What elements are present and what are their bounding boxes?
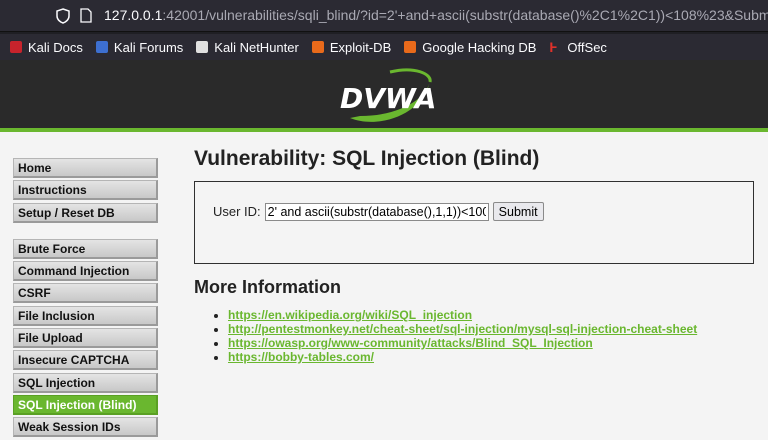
bookmark-label: Kali Forums bbox=[113, 39, 184, 55]
user-id-form: User ID: Submit bbox=[213, 202, 544, 221]
sidebar-item-brute-force[interactable]: Brute Force bbox=[13, 238, 158, 259]
link-wikipedia-sqli[interactable]: https://en.wikipedia.org/wiki/SQL_inject… bbox=[228, 308, 472, 322]
url-text[interactable]: 127.0.0.1:42001/vulnerabilities/sqli_bli… bbox=[104, 7, 768, 23]
address-bar[interactable]: 127.0.0.1:42001/vulnerabilities/sqli_bli… bbox=[0, 0, 768, 32]
list-item: https://owasp.org/www-community/attacks/… bbox=[228, 336, 697, 350]
sidebar-item-insecure-captcha[interactable]: Insecure CAPTCHA bbox=[13, 350, 158, 371]
bookmarks-bar: Kali Docs Kali Forums Kali NetHunter Exp… bbox=[0, 34, 768, 60]
offsec-icon: Ⱶ bbox=[549, 39, 557, 55]
sidebar-item-file-inclusion[interactable]: File Inclusion bbox=[13, 305, 158, 326]
bookmark-kali-docs[interactable]: Kali Docs bbox=[10, 40, 83, 55]
link-owasp-blind-sqli[interactable]: https://owasp.org/www-community/attacks/… bbox=[228, 336, 593, 350]
sidebar-menu: Home Instructions Setup / Reset DB Brute… bbox=[13, 158, 158, 440]
url-path: :42001/vulnerabilities/sqli_blind/?id=2'… bbox=[162, 7, 768, 23]
page-title: Vulnerability: SQL Injection (Blind) bbox=[194, 147, 540, 170]
browser-toolbar: 127.0.0.1:42001/vulnerabilities/sqli_bli… bbox=[0, 0, 768, 34]
sidebar-item-command-injection[interactable]: Command Injection bbox=[13, 261, 158, 282]
list-item: https://en.wikipedia.org/wiki/SQL_inject… bbox=[228, 308, 697, 322]
ghdb-icon bbox=[404, 41, 417, 53]
url-host: 127.0.0.1 bbox=[104, 7, 163, 23]
bookmark-offsec[interactable]: Ⱶ OffSec bbox=[549, 40, 607, 55]
sidebar-item-sql-injection-blind[interactable]: SQL Injection (Blind) bbox=[13, 394, 158, 415]
kali-icon bbox=[10, 41, 22, 53]
sidebar-item-file-upload[interactable]: File Upload bbox=[13, 328, 158, 349]
bookmark-label: Google Hacking DB bbox=[422, 39, 537, 55]
sidebar-item-weak-session-ids[interactable]: Weak Session IDs bbox=[13, 417, 158, 438]
site-header: DVWA bbox=[0, 60, 768, 132]
sidebar-item-instructions[interactable]: Instructions bbox=[13, 180, 158, 201]
main-content: Vulnerability: SQL Injection (Blind) Use… bbox=[194, 147, 768, 364]
vulnerability-form-box: User ID: Submit bbox=[194, 181, 754, 264]
user-id-label: User ID: bbox=[213, 204, 261, 219]
bookmark-label: Kali NetHunter bbox=[214, 39, 299, 55]
sidebar-divider bbox=[13, 225, 158, 239]
sidebar-item-home[interactable]: Home bbox=[13, 158, 158, 178]
bookmark-label: Exploit-DB bbox=[329, 39, 392, 55]
bookmark-kali-nethunter[interactable]: Kali NetHunter bbox=[196, 40, 299, 55]
sidebar-item-sql-injection[interactable]: SQL Injection bbox=[13, 372, 158, 393]
page-icon[interactable] bbox=[80, 8, 92, 23]
more-info-links: https://en.wikipedia.org/wiki/SQL_inject… bbox=[228, 308, 697, 364]
logo-text: DVWA bbox=[340, 82, 437, 115]
sidebar-item-setup-reset-db[interactable]: Setup / Reset DB bbox=[13, 202, 158, 223]
exploit-db-icon bbox=[311, 41, 324, 53]
nethunter-icon bbox=[196, 41, 209, 53]
bookmark-exploit-db[interactable]: Exploit-DB bbox=[311, 39, 392, 55]
user-id-input[interactable] bbox=[264, 202, 489, 221]
bookmark-kali-forums[interactable]: Kali Forums bbox=[95, 39, 184, 55]
more-information-heading: More Information bbox=[194, 277, 341, 297]
link-bobby-tables[interactable]: https://bobby-tables.com/ bbox=[228, 350, 374, 364]
list-item: https://bobby-tables.com/ bbox=[228, 350, 697, 364]
bookmark-google-hacking-db[interactable]: Google Hacking DB bbox=[404, 40, 536, 55]
bookmark-label: OffSec bbox=[567, 39, 607, 55]
kali-forums-icon bbox=[95, 41, 108, 53]
dvwa-logo: DVWA bbox=[330, 68, 440, 126]
sidebar-item-csrf[interactable]: CSRF bbox=[13, 283, 158, 304]
bookmark-label: Kali Docs bbox=[28, 39, 83, 55]
list-item: http://pentestmonkey.net/cheat-sheet/sql… bbox=[228, 322, 697, 336]
shield-icon[interactable] bbox=[56, 8, 70, 24]
link-pentestmonkey[interactable]: http://pentestmonkey.net/cheat-sheet/sql… bbox=[228, 322, 697, 336]
submit-button[interactable]: Submit bbox=[492, 202, 544, 221]
